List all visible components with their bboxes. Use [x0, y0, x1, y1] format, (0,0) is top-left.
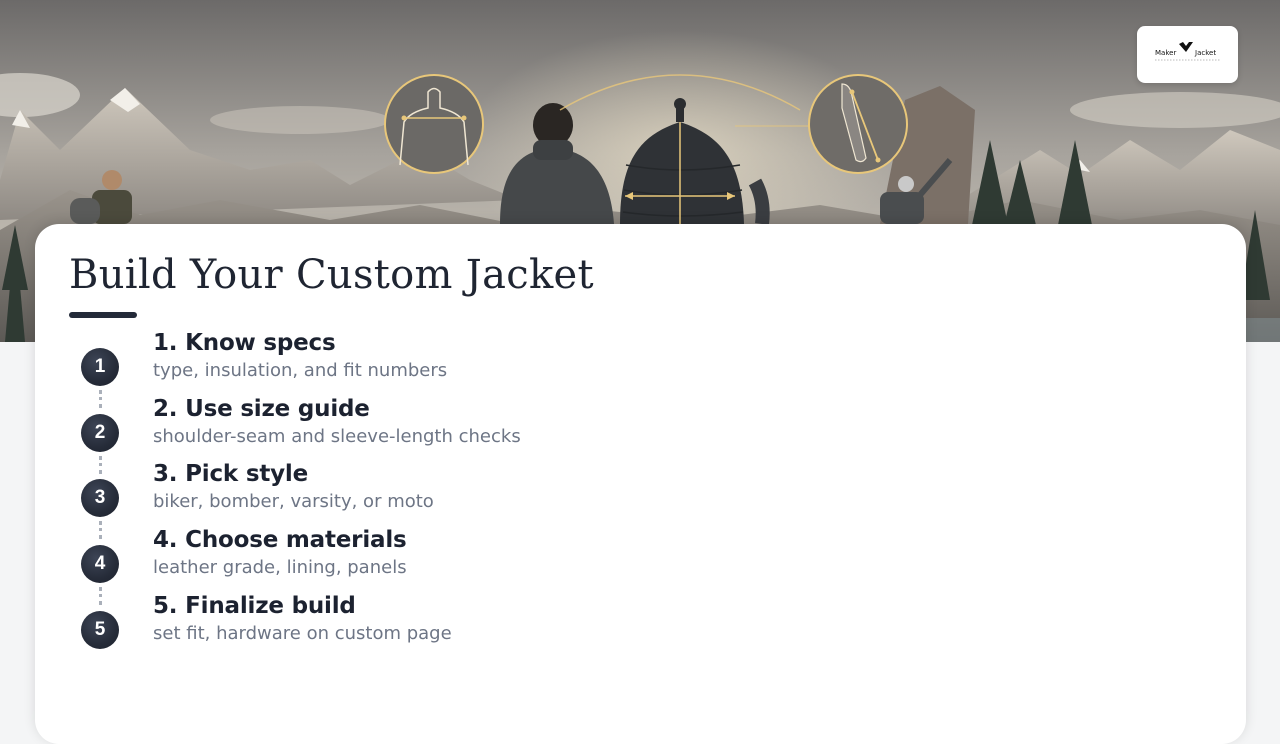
- step-description: type, insulation, and fit numbers: [153, 360, 448, 381]
- steps-list: 1 1. Know specs type, insulation, and fi…: [35, 224, 1246, 744]
- step-item: 2 2. Use size guide shoulder-seam and sl…: [35, 396, 735, 474]
- step-title: 4. Choose materials: [153, 527, 407, 553]
- svg-text:Jacket: Jacket: [1194, 49, 1216, 57]
- step-item: 5 5. Finalize build set fit, hardware on…: [35, 593, 735, 671]
- brand-logo[interactable]: Maker Jacket: [1137, 26, 1238, 83]
- logo-text: Maker: [1155, 49, 1176, 57]
- step-item: 4 4. Choose materials leather grade, lin…: [35, 527, 735, 605]
- step-title: 3. Pick style: [153, 461, 308, 487]
- step-title: 2. Use size guide: [153, 396, 370, 422]
- step-connector: [99, 390, 102, 408]
- step-description: set fit, hardware on custom page: [153, 623, 452, 644]
- step-connector: [99, 456, 102, 474]
- step-number-badge: 4: [81, 545, 119, 583]
- step-description: shoulder-seam and sleeve-length checks: [153, 426, 521, 447]
- step-number-badge: 2: [81, 414, 119, 452]
- step-connector: [99, 587, 102, 605]
- step-number-badge: 3: [81, 479, 119, 517]
- step-number-badge: 1: [81, 348, 119, 386]
- eagle-logo-icon: Maker Jacket: [1155, 42, 1221, 61]
- step-title: 5. Finalize build: [153, 593, 356, 619]
- step-description: biker, bomber, varsity, or moto: [153, 491, 434, 512]
- step-title: 1. Know specs: [153, 330, 336, 356]
- step-number-badge: 5: [81, 611, 119, 649]
- content-card: Build Your Custom Jacket 1 1. Know specs…: [35, 224, 1246, 744]
- step-description: leather grade, lining, panels: [153, 557, 407, 578]
- step-connector: [99, 521, 102, 539]
- step-item: 1 1. Know specs type, insulation, and fi…: [35, 330, 735, 408]
